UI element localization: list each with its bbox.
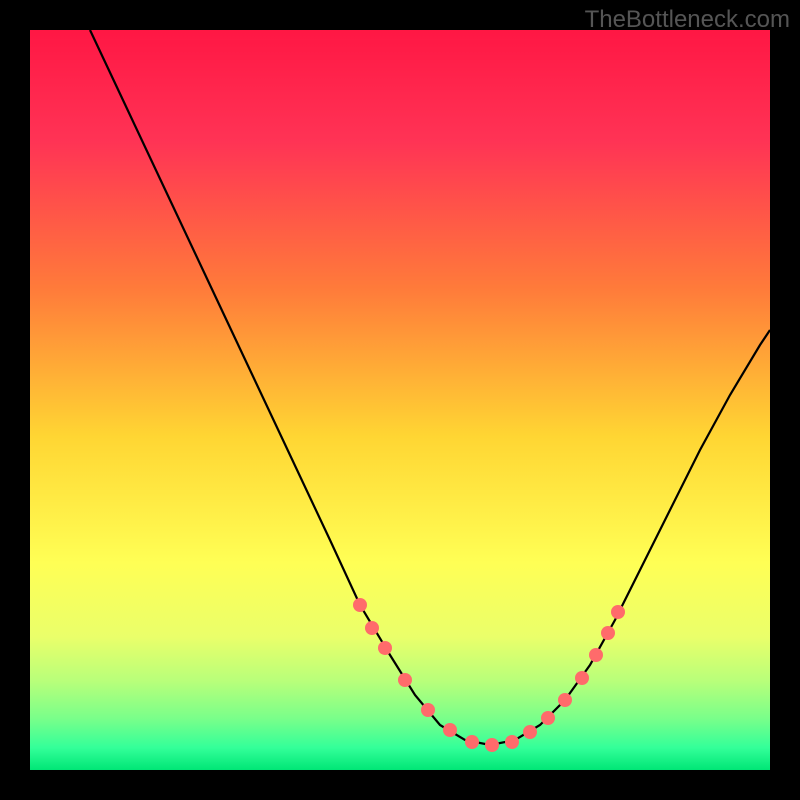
data-point-dot	[575, 671, 589, 685]
chart-container: TheBottleneck.com	[0, 0, 800, 800]
data-point-dot	[611, 605, 625, 619]
data-point-dot	[398, 673, 412, 687]
data-point-dot	[523, 725, 537, 739]
data-point-dot	[365, 621, 379, 635]
gradient-background	[30, 30, 770, 770]
data-point-dot	[558, 693, 572, 707]
plot-area	[30, 30, 770, 770]
data-point-dot	[353, 598, 367, 612]
data-point-dot	[541, 711, 555, 725]
chart-svg	[30, 30, 770, 770]
data-point-dot	[465, 735, 479, 749]
data-point-dot	[421, 703, 435, 717]
data-point-dot	[589, 648, 603, 662]
data-point-dot	[485, 738, 499, 752]
data-point-dot	[505, 735, 519, 749]
watermark-text: TheBottleneck.com	[585, 6, 790, 34]
data-point-dot	[601, 626, 615, 640]
data-point-dot	[378, 641, 392, 655]
data-point-dot	[443, 723, 457, 737]
